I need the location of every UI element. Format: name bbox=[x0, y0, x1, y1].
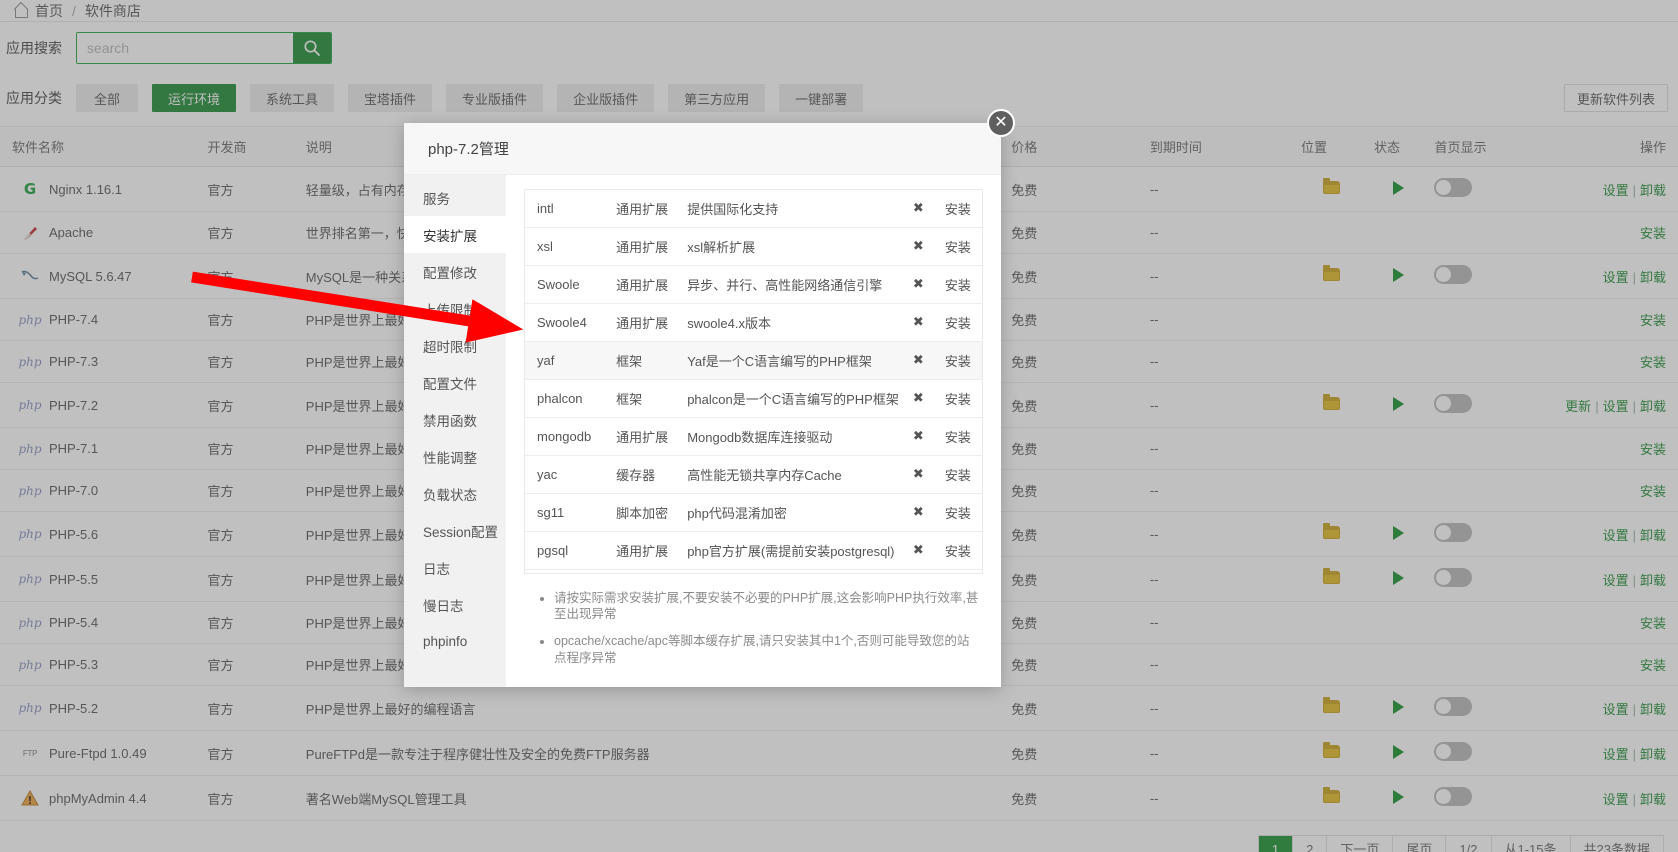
extension-description: php官方扩展(需提前安装postgresql) bbox=[683, 569, 903, 573]
close-x-icon[interactable]: ✖ bbox=[902, 303, 934, 342]
extension-type: 框架 bbox=[612, 379, 684, 418]
extension-row: intl 通用扩展 提供国际化支持 ✖ 安装 bbox=[525, 189, 982, 228]
php-manage-modal: ✕ php-7.2管理 服务 安装扩展 配置修改 上传限制 超时限制 配置文件 禁用函数 性能… bbox=[404, 109, 1015, 687]
modal-nav-item-9[interactable]: Session配置 bbox=[404, 512, 506, 549]
extension-table-body: intl 通用扩展 提供国际化支持 ✖ 安装 xsl 通用扩展 xsl解析扩展 ✖ 安装 Swool… bbox=[525, 189, 982, 573]
extension-install-button[interactable]: 安装 bbox=[933, 417, 982, 456]
modal-nav-item-3[interactable]: 上传限制 bbox=[404, 290, 506, 327]
extension-type: 通用扩展 bbox=[612, 265, 684, 304]
extension-description: php代码混淆加密 bbox=[683, 493, 903, 532]
extension-name: Swoole4 bbox=[525, 303, 613, 342]
extension-description: swoole4.x版本 bbox=[683, 303, 903, 342]
modal-header: php-7.2管理 bbox=[404, 123, 1001, 175]
extension-name: xsl bbox=[525, 227, 613, 266]
extension-name: mongodb bbox=[525, 417, 613, 456]
extension-row: Swoole4 通用扩展 swoole4.x版本 ✖ 安装 bbox=[525, 303, 982, 342]
extension-name: intl bbox=[525, 189, 613, 228]
extension-name: pdo_pgsql bbox=[525, 569, 613, 573]
extension-name: Swoole bbox=[525, 265, 613, 304]
modal-sidebar: 服务 安装扩展 配置修改 上传限制 超时限制 配置文件 禁用函数 性能调整 负载状态 Sessio… bbox=[404, 175, 506, 687]
extension-description: 提供国际化支持 bbox=[683, 189, 903, 228]
close-icon[interactable]: ✕ bbox=[987, 109, 1015, 137]
extension-name: pgsql bbox=[525, 531, 613, 570]
extension-type: 缓存器 bbox=[612, 455, 684, 494]
modal-nav-item-4[interactable]: 超时限制 bbox=[404, 327, 506, 364]
extension-type: 脚本加密 bbox=[612, 493, 684, 532]
close-x-icon[interactable]: ✖ bbox=[902, 379, 934, 418]
modal-nav-item-0[interactable]: 服务 bbox=[404, 179, 506, 216]
close-x-icon[interactable]: ✖ bbox=[902, 189, 934, 228]
modal-title: php-7.2管理 bbox=[428, 141, 509, 158]
modal-nav-item-11[interactable]: 慢日志 bbox=[404, 586, 506, 623]
extension-name: yac bbox=[525, 455, 613, 494]
extension-name: yaf bbox=[525, 341, 613, 380]
modal-nav-item-5[interactable]: 配置文件 bbox=[404, 364, 506, 401]
extension-install-button[interactable]: 安装 bbox=[933, 569, 982, 573]
modal-nav-item-2[interactable]: 配置修改 bbox=[404, 253, 506, 290]
extension-row: Swoole 通用扩展 异步、并行、高性能网络通信引擎 ✖ 安装 bbox=[525, 265, 982, 304]
modal-body: 服务 安装扩展 配置修改 上传限制 超时限制 配置文件 禁用函数 性能调整 负载状态 Sessio… bbox=[404, 175, 1001, 687]
close-x-icon[interactable]: ✖ bbox=[902, 341, 934, 380]
extension-scroll-area[interactable]: intl 通用扩展 提供国际化支持 ✖ 安装 xsl 通用扩展 xsl解析扩展 ✖ 安装 Swool… bbox=[524, 189, 983, 574]
extension-type: 通用扩展 bbox=[612, 303, 684, 342]
extension-install-button[interactable]: 安装 bbox=[933, 455, 982, 494]
extension-type: 通用扩展 bbox=[612, 569, 684, 573]
extension-row: pdo_pgsql通用扩展php官方扩展(需提前安装postgresql)✖安装 bbox=[525, 569, 982, 573]
modal-nav-item-1[interactable]: 安装扩展 bbox=[404, 216, 506, 253]
extension-row: yaf 框架 Yaf是一个C语言编写的PHP框架 ✖ 安装 bbox=[525, 341, 982, 380]
modal-nav-item-12[interactable]: phpinfo bbox=[404, 623, 506, 660]
close-x-icon[interactable]: ✖ bbox=[902, 493, 934, 532]
close-x-icon[interactable]: ✖ bbox=[902, 569, 934, 573]
extension-install-button[interactable]: 安装 bbox=[933, 341, 982, 380]
extension-row: mongodb 通用扩展 Mongodb数据库连接驱动 ✖ 安装 bbox=[525, 417, 982, 456]
close-x-icon[interactable]: ✖ bbox=[902, 455, 934, 494]
extension-description: Mongodb数据库连接驱动 bbox=[683, 417, 903, 456]
extension-row: phalcon 框架 phalcon是一个C语言编写的PHP框架 ✖ 安装 bbox=[525, 379, 982, 418]
extension-row: sg11 脚本加密 php代码混淆加密 ✖ 安装 bbox=[525, 493, 982, 532]
extension-description: php官方扩展(需提前安装postgresql) bbox=[683, 531, 903, 570]
modal-nav-item-10[interactable]: 日志 bbox=[404, 549, 506, 586]
note-item: opcache/xcache/apc等脚本缓存扩展,请只安装其中1个,否则可能导… bbox=[554, 633, 979, 667]
extension-description: 高性能无锁共享内存Cache bbox=[683, 455, 903, 494]
modal-nav-item-6[interactable]: 禁用函数 bbox=[404, 401, 506, 438]
note-item: 请按实际需求安装扩展,不要安装不必要的PHP扩展,这会影响PHP执行效率,甚至出… bbox=[554, 590, 979, 624]
close-x-icon[interactable]: ✖ bbox=[902, 227, 934, 266]
extension-table: intl 通用扩展 提供国际化支持 ✖ 安装 xsl 通用扩展 xsl解析扩展 ✖ 安装 Swool… bbox=[525, 189, 982, 573]
close-x-icon[interactable]: ✖ bbox=[902, 265, 934, 304]
extension-description: phalcon是一个C语言编写的PHP框架 bbox=[683, 379, 903, 418]
extension-type: 框架 bbox=[612, 341, 684, 380]
extension-install-button[interactable]: 安装 bbox=[933, 379, 982, 418]
close-x-icon[interactable]: ✖ bbox=[902, 417, 934, 456]
extension-type: 通用扩展 bbox=[612, 227, 684, 266]
extension-install-button[interactable]: 安装 bbox=[933, 227, 982, 266]
extension-name: phalcon bbox=[525, 379, 613, 418]
extension-install-button[interactable]: 安装 bbox=[933, 189, 982, 228]
extension-description: 异步、并行、高性能网络通信引擎 bbox=[683, 265, 903, 304]
extension-install-button[interactable]: 安装 bbox=[933, 303, 982, 342]
extension-row: xsl 通用扩展 xsl解析扩展 ✖ 安装 bbox=[525, 227, 982, 266]
extension-type: 通用扩展 bbox=[612, 189, 684, 228]
extension-row: yac 缓存器 高性能无锁共享内存Cache ✖ 安装 bbox=[525, 455, 982, 494]
modal-main: intl 通用扩展 提供国际化支持 ✖ 安装 xsl 通用扩展 xsl解析扩展 ✖ 安装 Swool… bbox=[506, 175, 1001, 687]
close-x-icon[interactable]: ✖ bbox=[902, 531, 934, 570]
extension-type: 通用扩展 bbox=[612, 531, 684, 570]
extension-type: 通用扩展 bbox=[612, 417, 684, 456]
extension-description: xsl解析扩展 bbox=[683, 227, 903, 266]
extension-row: pgsql 通用扩展 php官方扩展(需提前安装postgresql) ✖ 安装 bbox=[525, 531, 982, 570]
modal-nav-item-8[interactable]: 负载状态 bbox=[404, 475, 506, 512]
extension-description: Yaf是一个C语言编写的PHP框架 bbox=[683, 341, 903, 380]
modal-nav-item-7[interactable]: 性能调整 bbox=[404, 438, 506, 475]
extension-install-button[interactable]: 安装 bbox=[933, 531, 982, 570]
modal-notes: 请按实际需求安装扩展,不要安装不必要的PHP扩展,这会影响PHP执行效率,甚至出… bbox=[524, 574, 983, 678]
extension-install-button[interactable]: 安装 bbox=[933, 493, 982, 532]
extension-name: sg11 bbox=[525, 493, 613, 532]
extension-install-button[interactable]: 安装 bbox=[933, 265, 982, 304]
